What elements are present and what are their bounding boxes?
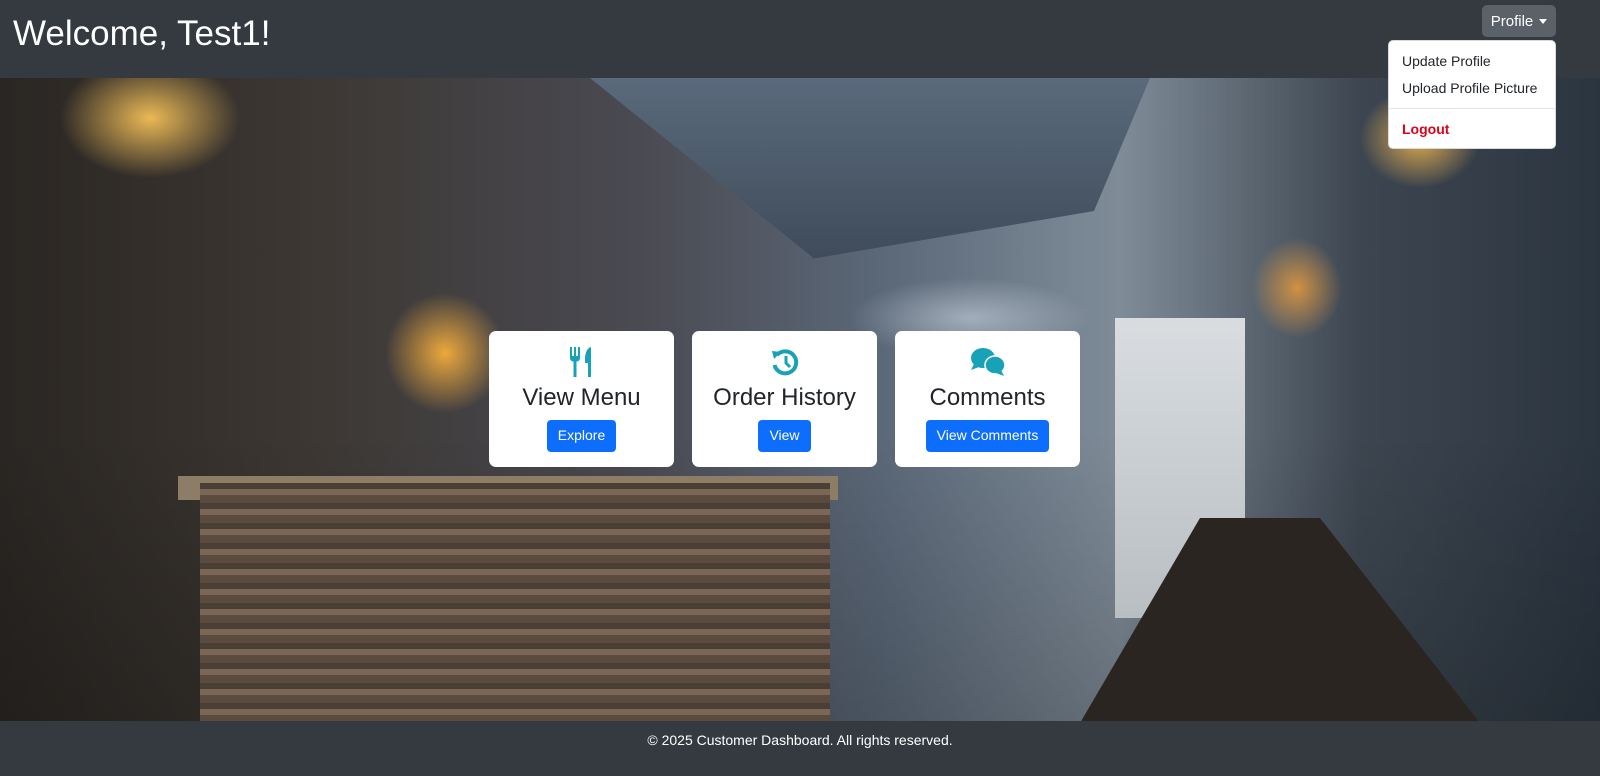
footer-copyright: © 2025 Customer Dashboard. All rights re… <box>647 732 953 748</box>
explore-button[interactable]: Explore <box>546 420 617 452</box>
menu-item-logout[interactable]: Logout <box>1389 116 1555 143</box>
menu-item-upload-profile-picture[interactable]: Upload Profile Picture <box>1389 75 1555 102</box>
caret-down-icon <box>1539 18 1548 24</box>
card-title: Comments <box>929 384 1046 411</box>
utensils-icon <box>569 346 595 378</box>
view-comments-button[interactable]: View Comments <box>925 420 1050 452</box>
top-navbar: Welcome, Test1! Profile <box>0 0 1600 78</box>
history-icon <box>770 346 800 378</box>
profile-dropdown-menu: Update Profile Upload Profile Picture Lo… <box>1388 40 1556 149</box>
ceiling-decor <box>590 78 1150 259</box>
bar-counter <box>200 483 830 721</box>
card-title: View Menu <box>522 384 641 411</box>
view-order-history-button[interactable]: View <box>758 420 811 452</box>
card-comments: Comments View Comments <box>895 331 1080 467</box>
profile-button-label: Profile <box>1490 12 1534 30</box>
page-title: Welcome, Test1! <box>13 14 271 53</box>
menu-divider <box>1389 108 1555 109</box>
card-order-history: Order History View <box>692 331 877 467</box>
dashboard-cards: View Menu Explore Order History View Com… <box>489 331 1080 467</box>
comments-icon <box>970 346 1006 378</box>
card-view-menu: View Menu Explore <box>489 331 674 467</box>
footer: © 2025 Customer Dashboard. All rights re… <box>0 721 1600 776</box>
menu-item-update-profile[interactable]: Update Profile <box>1389 48 1555 75</box>
card-title: Order History <box>713 384 856 411</box>
profile-dropdown-button[interactable]: Profile <box>1482 5 1556 37</box>
